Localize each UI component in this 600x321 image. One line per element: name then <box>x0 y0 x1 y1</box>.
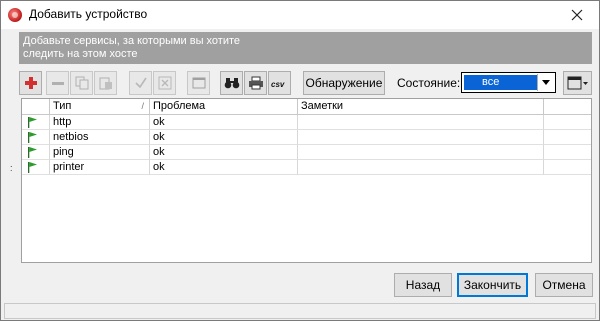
add-device-dialog: Добавить устройство Добавьте сервисы, за… <box>0 0 600 321</box>
notes-cell <box>298 145 544 160</box>
row-marker-icon: : <box>10 163 13 173</box>
export-csv-button[interactable]: csv <box>268 71 291 95</box>
type-cell: http <box>50 115 150 130</box>
csv-icon: csv <box>271 80 285 89</box>
back-button[interactable]: Назад <box>394 273 452 297</box>
column-header-extra <box>544 99 591 115</box>
state-label: Состояние: <box>397 76 461 90</box>
extra-cell <box>544 130 591 145</box>
delete-button[interactable] <box>153 71 176 95</box>
problem-cell: ok <box>150 160 298 175</box>
sort-indicator-icon: / <box>141 101 144 111</box>
discover-button[interactable]: Обнаружение <box>303 71 385 95</box>
column-header-status <box>22 99 50 115</box>
find-button[interactable] <box>220 71 243 95</box>
table-row[interactable]: netbios ok <box>22 130 591 145</box>
print-button[interactable] <box>244 71 267 95</box>
table-row[interactable]: http ok <box>22 115 591 130</box>
column-header-problem[interactable]: Проблема <box>150 99 298 115</box>
column-header-notes[interactable]: Заметки <box>298 99 544 115</box>
problem-cell: ok <box>150 115 298 130</box>
close-button[interactable] <box>555 1 599 29</box>
green-flag-icon <box>28 162 37 173</box>
extra-cell <box>544 145 591 160</box>
binoculars-icon <box>224 78 239 89</box>
app-icon <box>8 8 22 22</box>
type-cell: ping <box>50 145 150 160</box>
status-cell <box>22 160 50 175</box>
green-flag-icon <box>28 147 37 158</box>
state-select[interactable]: все <box>461 72 556 93</box>
problem-cell: ok <box>150 130 298 145</box>
status-cell <box>22 145 50 160</box>
status-cell <box>22 130 50 145</box>
extra-cell <box>544 115 591 130</box>
add-icon <box>24 77 37 89</box>
notes-cell <box>298 115 544 130</box>
problem-cell: ok <box>150 145 298 160</box>
table-row[interactable]: printer ok <box>22 160 591 175</box>
banner-line-1: Добавьте сервисы, за которыми вы хотите <box>23 35 241 47</box>
add-button[interactable] <box>19 71 42 95</box>
panel-icon <box>567 76 588 90</box>
services-grid[interactable]: Тип / Проблема Заметки http ok netbios o… <box>21 98 592 263</box>
close-icon <box>571 9 583 21</box>
delete-icon <box>158 76 171 90</box>
column-header-type-label: Тип <box>53 100 72 112</box>
copy-icon <box>75 76 88 90</box>
chevron-down-icon <box>542 80 550 85</box>
remove-button[interactable] <box>46 71 69 95</box>
type-cell: printer <box>50 160 150 175</box>
finish-button[interactable]: Закончить <box>457 273 528 297</box>
table-row[interactable]: ping ok <box>22 145 591 160</box>
panel-menu-button[interactable] <box>563 71 592 95</box>
dropdown-arrow[interactable] <box>537 74 554 91</box>
notes-cell <box>298 130 544 145</box>
status-bar <box>4 303 596 319</box>
cancel-button[interactable]: Отмена <box>535 273 593 297</box>
banner-line-2: следить на этом хосте <box>23 48 138 60</box>
instruction-banner: Добавьте сервисы, за которыми вы хотите … <box>19 32 592 64</box>
printer-icon <box>248 76 263 90</box>
title-bar: Добавить устройство <box>1 1 599 29</box>
green-flag-icon <box>28 132 37 143</box>
green-flag-icon <box>28 117 37 128</box>
column-header-type[interactable]: Тип / <box>50 99 150 115</box>
check-icon <box>134 77 147 89</box>
copy-button[interactable] <box>70 71 93 95</box>
confirm-button[interactable] <box>129 71 152 95</box>
svg-text:csv: csv <box>271 80 285 89</box>
window-icon <box>192 77 205 89</box>
extra-cell <box>544 160 591 175</box>
window-title: Добавить устройство <box>29 7 148 21</box>
paste-icon <box>99 77 112 90</box>
remove-icon <box>51 82 64 85</box>
toolbar: csv Обнаружение Состояние: все <box>19 71 592 97</box>
type-cell: netbios <box>50 130 150 145</box>
state-select-value: все <box>464 75 537 90</box>
paste-button[interactable] <box>94 71 117 95</box>
window-button[interactable] <box>187 71 210 95</box>
status-cell <box>22 115 50 130</box>
notes-cell <box>298 160 544 175</box>
